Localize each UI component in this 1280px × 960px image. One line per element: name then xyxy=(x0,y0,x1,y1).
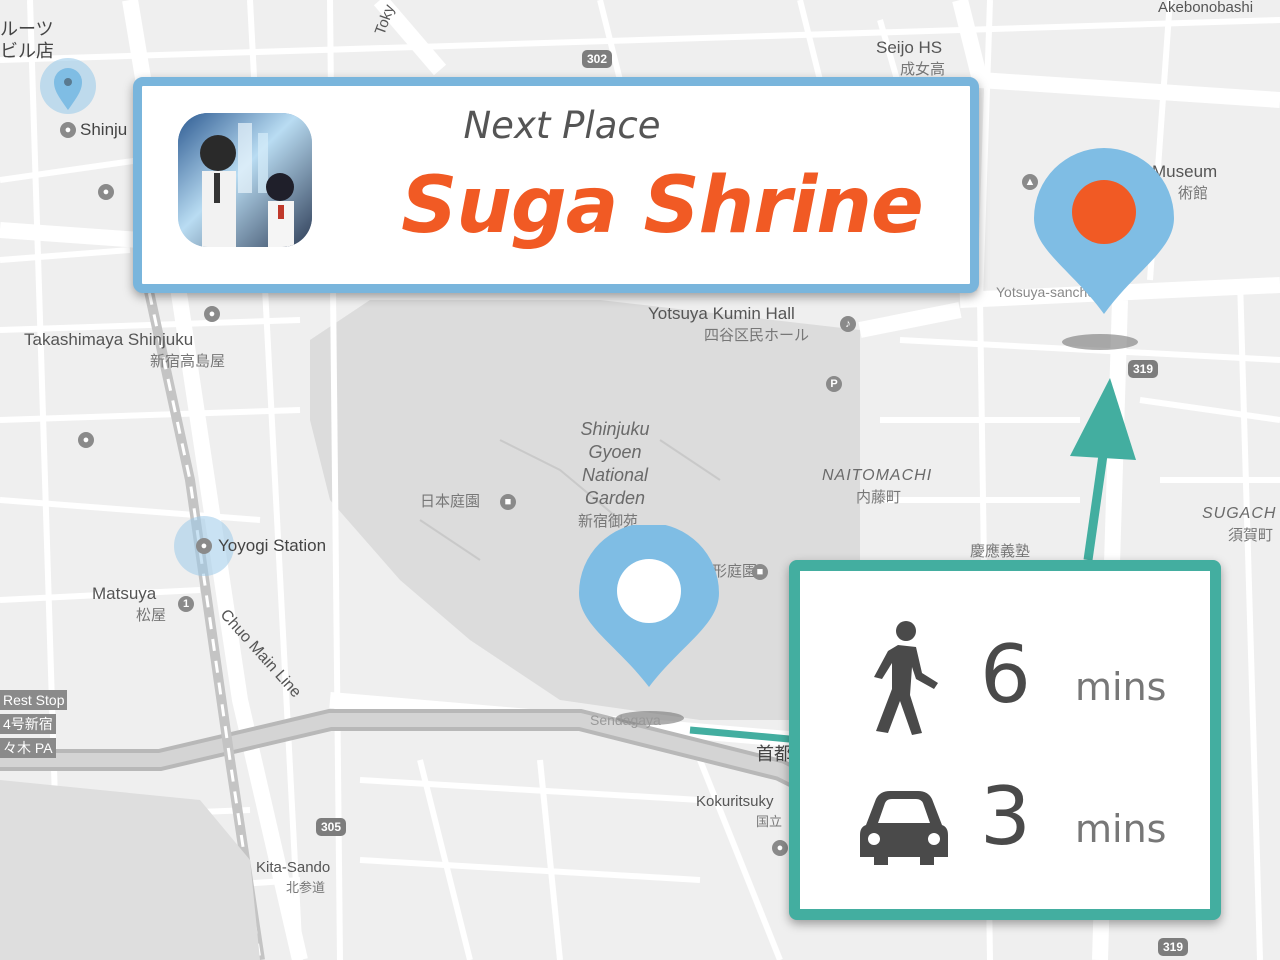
walk-unit: mins xyxy=(1075,665,1167,709)
poi-icon[interactable]: ● xyxy=(60,122,76,138)
destination-pin-icon[interactable] xyxy=(1032,148,1176,318)
app-artwork-icon xyxy=(178,113,312,247)
label-yoyogi: Yoyogi Station xyxy=(218,536,327,555)
label-kokuritsu-jp: 国立 xyxy=(756,814,783,829)
route-shield-319-lower: 319 xyxy=(1158,938,1189,956)
poi-icon[interactable]: ● xyxy=(772,840,788,856)
place-name: Suga Shrine xyxy=(401,161,924,251)
travel-time-card[interactable]: 6 mins 3 mins xyxy=(789,560,1221,920)
label-rest-jp2: 々木 PA xyxy=(0,738,56,758)
poi-icon[interactable]: ■ xyxy=(752,564,768,580)
route-shield-305: 305 xyxy=(316,818,347,836)
label-yotsuya-kumin: Yotsuya Kumin Hall xyxy=(648,304,795,323)
label-sugacho: SUGACH xyxy=(1202,505,1277,522)
label-shinjuku: Shinju xyxy=(80,120,128,139)
poi-icon[interactable]: ■ xyxy=(500,494,516,510)
drive-row: 3 mins xyxy=(800,761,1210,881)
label-takashimaya: Takashimaya Shinjuku xyxy=(24,330,194,349)
label-kitasando: Kita-Sando xyxy=(256,859,331,876)
car-icon xyxy=(860,791,948,865)
poi-icon[interactable]: ♪ xyxy=(840,316,856,332)
label-sugacho-jp: 須賀町 xyxy=(1228,527,1274,544)
label-fruits-jp: ルーツ ビル店 xyxy=(0,19,54,61)
label-matsuya: Matsuya xyxy=(92,584,157,603)
poi-icon[interactable]: 1 xyxy=(178,596,194,612)
label-naitomachi-jp: 内藤町 xyxy=(856,489,902,506)
drive-minutes: 3 xyxy=(980,770,1031,863)
label-sendagaya: Sendagaya xyxy=(590,712,661,728)
label-akebonobashi: Akebonobashi xyxy=(1158,0,1254,16)
poi-icon[interactable]: ● xyxy=(98,184,114,200)
label-yotsuya-kumin-jp: 四谷区民ホール xyxy=(704,327,810,344)
label-rest-stop: Rest Stop xyxy=(0,690,68,710)
label-keio-jp: 慶應義塾 xyxy=(970,543,1031,560)
walk-minutes: 6 xyxy=(980,628,1031,721)
poi-icon[interactable]: ● xyxy=(78,432,94,448)
label-rest-jp1: 4号新宿 xyxy=(0,714,56,734)
label-naitomachi: NAITOMACHI xyxy=(822,467,933,484)
label-kitasando-jp: 北参道 xyxy=(286,880,326,895)
label-seijo: Seijo HS xyxy=(876,38,943,57)
walking-person-icon xyxy=(874,621,938,735)
label-park: Shinjuku Gyoen National Garden xyxy=(580,419,650,508)
poi-icon[interactable]: ● xyxy=(204,306,220,322)
poi-icon[interactable]: P xyxy=(826,376,842,392)
next-place-heading: Next Place xyxy=(463,104,661,147)
label-takashimaya-jp: 新宿高島屋 xyxy=(150,353,226,370)
route-shield-319: 319 xyxy=(1128,360,1159,378)
label-museum-jp: 術館 xyxy=(1178,185,1209,202)
label-nihonteien: 日本庭園 xyxy=(420,493,481,510)
label-kokuritsu: Kokuritsuky xyxy=(696,793,774,810)
drive-unit: mins xyxy=(1075,807,1167,851)
label-shuto-jp: 首都 xyxy=(756,744,792,764)
route-shield-302: 302 xyxy=(582,50,613,68)
label-matsuya-jp: 松屋 xyxy=(136,607,167,624)
origin-pin-icon[interactable] xyxy=(577,525,721,690)
walk-row: 6 mins xyxy=(800,619,1210,739)
next-place-card[interactable]: Next Place Suga Shrine xyxy=(133,77,979,293)
poi-icon[interactable]: ● xyxy=(196,538,212,554)
